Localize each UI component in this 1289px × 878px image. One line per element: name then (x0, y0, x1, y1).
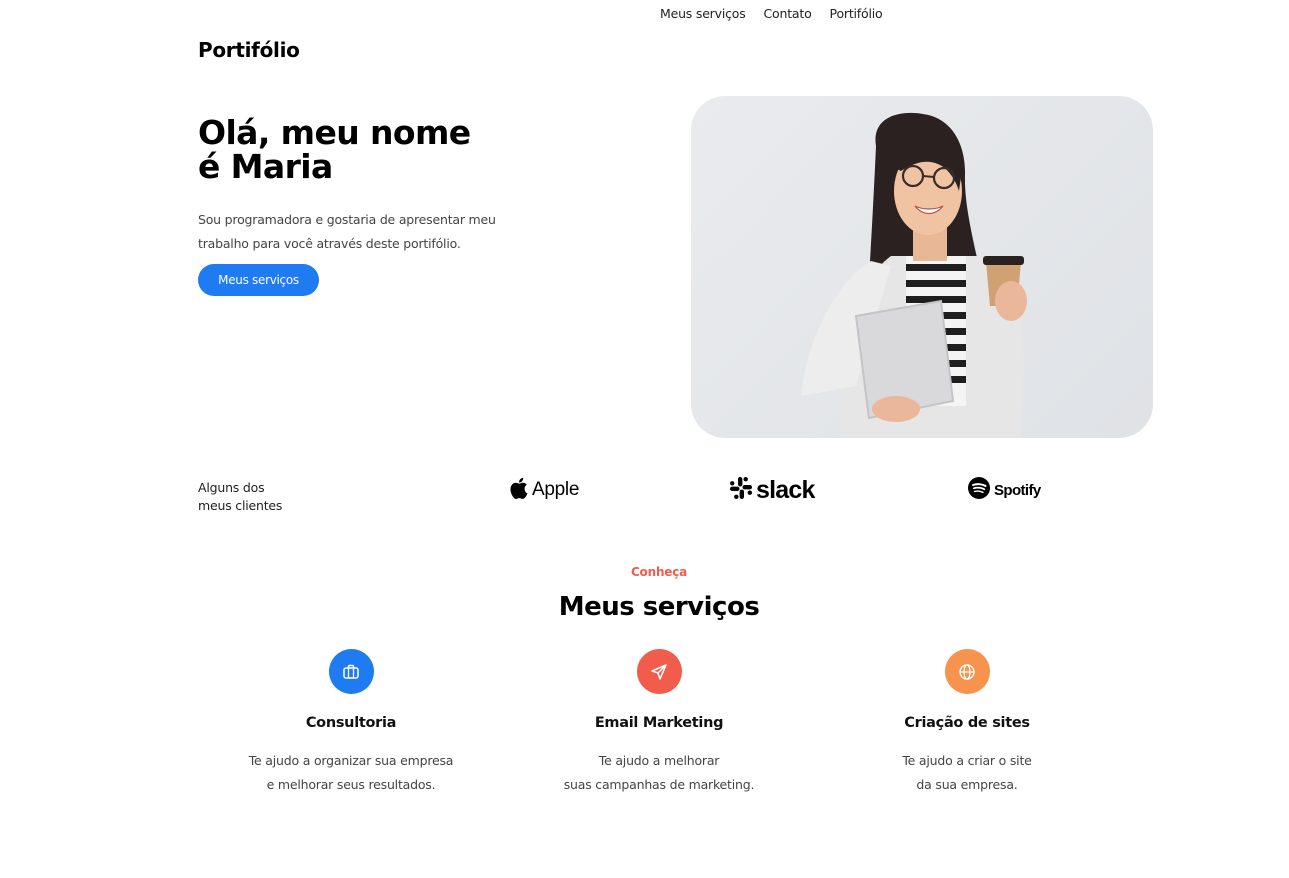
service-description-line-2: e melhorar seus resultados. (266, 777, 436, 792)
woman-portrait-illustration (801, 112, 1027, 438)
service-description-line-2: da sua empresa. (916, 777, 1018, 792)
hero-description: Sou programadora e gostaria de apresenta… (198, 208, 518, 256)
client-logo-slack: slack (730, 476, 815, 504)
hero-title: Olá, meu nome é Maria (198, 116, 518, 184)
service-description-line-1: Te ajudo a organizar sua empresa (248, 753, 454, 768)
send-icon (636, 649, 682, 694)
services-eyebrow: Conheça (630, 565, 688, 579)
services-button[interactable]: Meus serviços (198, 264, 319, 296)
service-description: Te ajudo a criar o site da sua empresa. (827, 749, 1107, 797)
service-description-line-1: Te ajudo a criar o site (902, 753, 1032, 768)
service-title: Criação de sites (904, 715, 1030, 731)
services-section-title: Meus serviços (558, 592, 760, 622)
service-card-email-marketing: Email Marketing Te ajudo a melhorar suas… (519, 649, 799, 797)
apple-icon (510, 477, 528, 503)
globe-icon (944, 649, 990, 694)
service-title: Email Marketing (594, 715, 724, 731)
hero-description-line-1: Sou programadora e gostaria de apresenta… (198, 212, 496, 227)
client-logo-spotify: Spotify (968, 476, 1041, 504)
hero-title-line-1: Olá, meu nome (198, 113, 471, 152)
service-description-line-2: suas campanhas de marketing. (563, 777, 755, 792)
service-description-line-1: Te ajudo a melhorar (598, 753, 720, 768)
client-name-spotify: Spotify (994, 481, 1041, 499)
service-title: Consultoria (305, 715, 397, 731)
nav-link-contact[interactable]: Contato (764, 6, 812, 21)
service-card-criacao-de-sites: Criação de sites Te ajudo a criar o site… (827, 649, 1107, 797)
client-name-slack: slack (756, 475, 815, 504)
service-card-consultoria: Consultoria Te ajudo a organizar sua emp… (211, 649, 491, 797)
clients-label: Alguns dos meus clientes (198, 479, 282, 515)
service-description: Te ajudo a melhorar suas campanhas de ma… (519, 749, 799, 797)
nav-link-portfolio[interactable]: Portifólio (830, 6, 883, 21)
clients-label-line-1: Alguns dos (198, 480, 265, 495)
hero-title-line-2: é Maria (198, 147, 333, 186)
spotify-icon (968, 477, 990, 503)
brand-logo[interactable]: Portifólio (198, 38, 300, 62)
slack-icon (730, 477, 752, 503)
hero-photo (691, 96, 1153, 438)
nav-link-services[interactable]: Meus serviços (660, 6, 746, 21)
service-description: Te ajudo a organizar sua empresa e melho… (211, 749, 491, 797)
hero-description-line-2: trabalho para você através deste portifó… (198, 236, 461, 251)
top-nav: Meus serviços Contato Portifólio (660, 6, 883, 21)
client-logo-apple: Apple (510, 476, 579, 504)
briefcase-icon (328, 649, 374, 694)
client-name-apple: Apple (532, 479, 580, 500)
clients-label-line-2: meus clientes (198, 498, 283, 513)
